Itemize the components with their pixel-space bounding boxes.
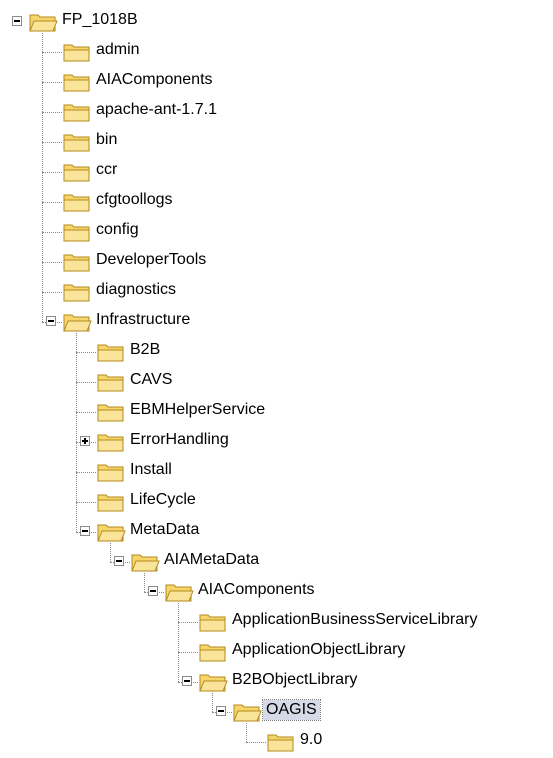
collapse-minus-icon[interactable] — [148, 586, 158, 596]
folder-icon — [62, 251, 92, 273]
folder-icon — [62, 101, 92, 123]
folder-icon — [96, 491, 126, 513]
tree-node-apache-ant-1-7-1-3[interactable]: apache-ant-1.7.1 — [0, 96, 553, 126]
open-folder-icon — [130, 551, 160, 573]
folder-icon — [62, 191, 92, 213]
tree-node-label[interactable]: config — [93, 220, 142, 240]
tree-node-infrastructure-10[interactable]: Infrastructure — [0, 306, 553, 336]
tree-node-config-7[interactable]: config — [0, 216, 553, 246]
tree-node-label[interactable]: B2B — [127, 340, 163, 360]
folder-tree: FP_1018Badmin AIAComponents apache-ant-1.7… — [0, 0, 553, 752]
tree-node-ccr-5[interactable]: ccr — [0, 156, 553, 186]
tree-node-label[interactable]: MetaData — [127, 520, 202, 540]
tree-node-label[interactable]: bin — [93, 130, 120, 150]
tree-node-label[interactable]: EBMHelperService — [127, 400, 268, 420]
tree-node-developertools-8[interactable]: DeveloperTools — [0, 246, 553, 276]
folder-icon — [62, 281, 92, 303]
tree-node-label[interactable]: ErrorHandling — [127, 430, 232, 450]
folder-icon — [62, 221, 92, 243]
collapse-minus-icon[interactable] — [114, 556, 124, 566]
folder-icon — [62, 71, 92, 93]
tree-node-9-0-24[interactable]: 9.0 — [0, 726, 553, 756]
open-folder-icon — [232, 701, 262, 723]
tree-node-label[interactable]: AIAComponents — [195, 580, 318, 600]
folder-icon — [62, 41, 92, 63]
open-folder-icon — [164, 581, 194, 603]
collapse-minus-icon[interactable] — [216, 706, 226, 716]
tree-node-applicationbusinessservicelibrary-20[interactable]: ApplicationBusinessServiceLibrary — [0, 606, 553, 636]
tree-node-fp-1018b-0[interactable]: FP_1018B — [0, 6, 553, 36]
tree-node-ebmhelperservice-13[interactable]: EBMHelperService — [0, 396, 553, 426]
tree-node-admin-1[interactable]: admin — [0, 36, 553, 66]
tree-node-applicationobjectlibrary-21[interactable]: ApplicationObjectLibrary — [0, 636, 553, 666]
tree-node-label[interactable]: Infrastructure — [93, 310, 193, 330]
open-folder-icon — [62, 311, 92, 333]
folder-icon — [96, 371, 126, 393]
tree-node-label[interactable]: apache-ant-1.7.1 — [93, 100, 220, 120]
folder-icon — [96, 401, 126, 423]
tree-node-oagis-23[interactable]: OAGIS — [0, 696, 553, 726]
tree-node-label[interactable]: AIAComponents — [93, 70, 216, 90]
tree-node-aiametadata-18[interactable]: AIAMetaData — [0, 546, 553, 576]
open-folder-icon — [28, 11, 58, 33]
tree-node-label[interactable]: DeveloperTools — [93, 250, 209, 270]
folder-icon — [62, 131, 92, 153]
tree-node-errorhandling-14[interactable]: ErrorHandling — [0, 426, 553, 456]
tree-node-install-15[interactable]: Install — [0, 456, 553, 486]
tree-node-cfgtoollogs-6[interactable]: cfgtoollogs — [0, 186, 553, 216]
tree-node-b2b-11[interactable]: B2B — [0, 336, 553, 366]
tree-node-label[interactable]: OAGIS — [262, 699, 321, 721]
folder-icon — [96, 461, 126, 483]
folder-icon — [62, 161, 92, 183]
tree-node-label[interactable]: CAVS — [127, 370, 175, 390]
tree-node-label[interactable]: ccr — [93, 160, 120, 180]
tree-node-label[interactable]: diagnostics — [93, 280, 179, 300]
open-folder-icon — [96, 521, 126, 543]
tree-node-label[interactable]: FP_1018B — [59, 10, 141, 30]
folder-icon — [96, 341, 126, 363]
expand-plus-icon[interactable] — [80, 436, 90, 446]
tree-node-label[interactable]: B2BObjectLibrary — [229, 670, 360, 690]
tree-node-aiacomponents-19[interactable]: AIAComponents — [0, 576, 553, 606]
tree-node-cavs-12[interactable]: CAVS — [0, 366, 553, 396]
tree-node-label[interactable]: ApplicationBusinessServiceLibrary — [229, 610, 480, 630]
tree-node-diagnostics-9[interactable]: diagnostics — [0, 276, 553, 306]
tree-node-label[interactable]: admin — [93, 40, 143, 60]
folder-icon — [266, 731, 296, 753]
folder-icon — [198, 611, 228, 633]
tree-node-label[interactable]: Install — [127, 460, 175, 480]
open-folder-icon — [198, 671, 228, 693]
tree-node-b2bobjectlibrary-22[interactable]: B2BObjectLibrary — [0, 666, 553, 696]
tree-node-label[interactable]: LifeCycle — [127, 490, 199, 510]
folder-icon — [96, 431, 126, 453]
collapse-minus-icon[interactable] — [80, 526, 90, 536]
tree-node-bin-4[interactable]: bin — [0, 126, 553, 156]
tree-node-label[interactable]: AIAMetaData — [161, 550, 262, 570]
tree-node-label[interactable]: 9.0 — [297, 730, 325, 750]
collapse-minus-icon[interactable] — [182, 676, 192, 686]
tree-node-metadata-17[interactable]: MetaData — [0, 516, 553, 546]
tree-node-label[interactable]: ApplicationObjectLibrary — [229, 640, 408, 660]
tree-node-aiacomponents-2[interactable]: AIAComponents — [0, 66, 553, 96]
tree-node-lifecycle-16[interactable]: LifeCycle — [0, 486, 553, 516]
collapse-minus-icon[interactable] — [46, 316, 56, 326]
tree-node-label[interactable]: cfgtoollogs — [93, 190, 176, 210]
collapse-minus-icon[interactable] — [12, 16, 22, 26]
folder-icon — [198, 641, 228, 663]
